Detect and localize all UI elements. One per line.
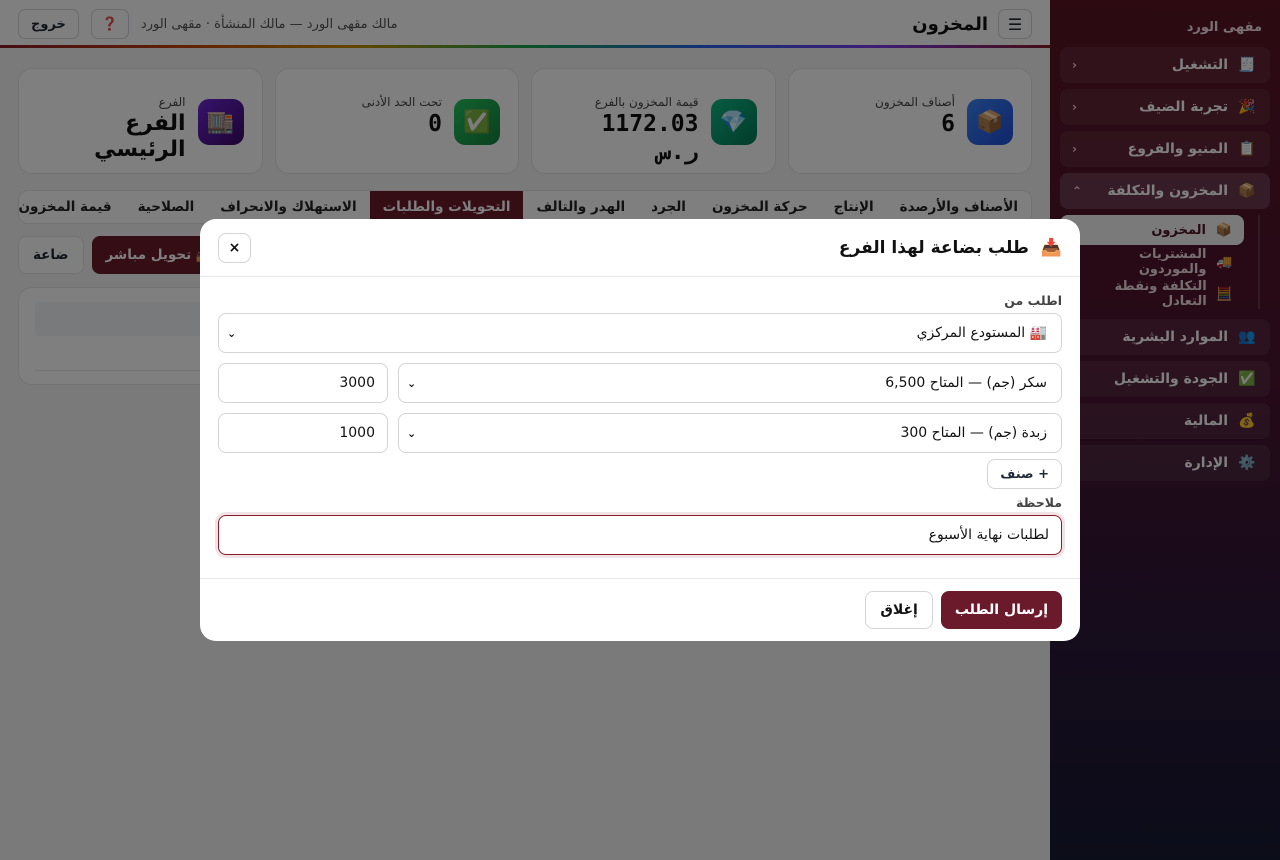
modal-title: 📥 طلب بضاعة لهذا الفرع <box>251 238 1062 258</box>
submit-request-button[interactable]: إرسال الطلب <box>940 591 1062 629</box>
item-select[interactable]: سكر (جم) — المتاح 6,500 ⌄ <box>398 363 1062 403</box>
modal-body: اطلب من 🏭 المستودع المركزي ⌄ سكر (جم) — … <box>200 277 1080 555</box>
quantity-input[interactable]: 1000 <box>218 413 388 453</box>
add-item-row: + صنف <box>218 459 1062 489</box>
note-label: ملاحظة <box>1016 495 1062 510</box>
source-select[interactable]: 🏭 المستودع المركزي ⌄ <box>218 313 1062 353</box>
note-input[interactable]: لطلبات نهاية الأسبوع <box>218 515 1062 555</box>
item-row: سكر (جم) — المتاح 6,500 ⌄ 3000 <box>218 363 1062 403</box>
inbox-icon: 📥 <box>1040 237 1062 258</box>
item-select-value: سكر (جم) — المتاح 6,500 <box>885 375 1047 391</box>
chevron-down-icon: ⌄ <box>407 426 417 440</box>
item-select-value: زبدة (جم) — المتاح 300 <box>900 425 1047 441</box>
source-select-value: 🏭 المستودع المركزي <box>916 325 1047 341</box>
modal-footer: إرسال الطلب إغلاق <box>200 578 1080 641</box>
quantity-input[interactable]: 3000 <box>218 363 388 403</box>
request-goods-modal: 📥 طلب بضاعة لهذا الفرع × اطلب من 🏭 المست… <box>200 219 1080 641</box>
close-modal-button[interactable]: إغلاق <box>865 591 933 629</box>
chevron-down-icon: ⌄ <box>407 376 417 390</box>
from-label: اطلب من <box>1004 293 1062 308</box>
close-button[interactable]: × <box>218 232 251 263</box>
modal-title-text: طلب بضاعة لهذا الفرع <box>838 237 1029 258</box>
add-item-button[interactable]: + صنف <box>987 459 1062 489</box>
modal-header: 📥 طلب بضاعة لهذا الفرع × <box>200 219 1080 277</box>
chevron-down-icon: ⌄ <box>227 326 237 340</box>
item-row: زبدة (جم) — المتاح 300 ⌄ 1000 <box>218 413 1062 453</box>
item-select[interactable]: زبدة (جم) — المتاح 300 ⌄ <box>398 413 1062 453</box>
